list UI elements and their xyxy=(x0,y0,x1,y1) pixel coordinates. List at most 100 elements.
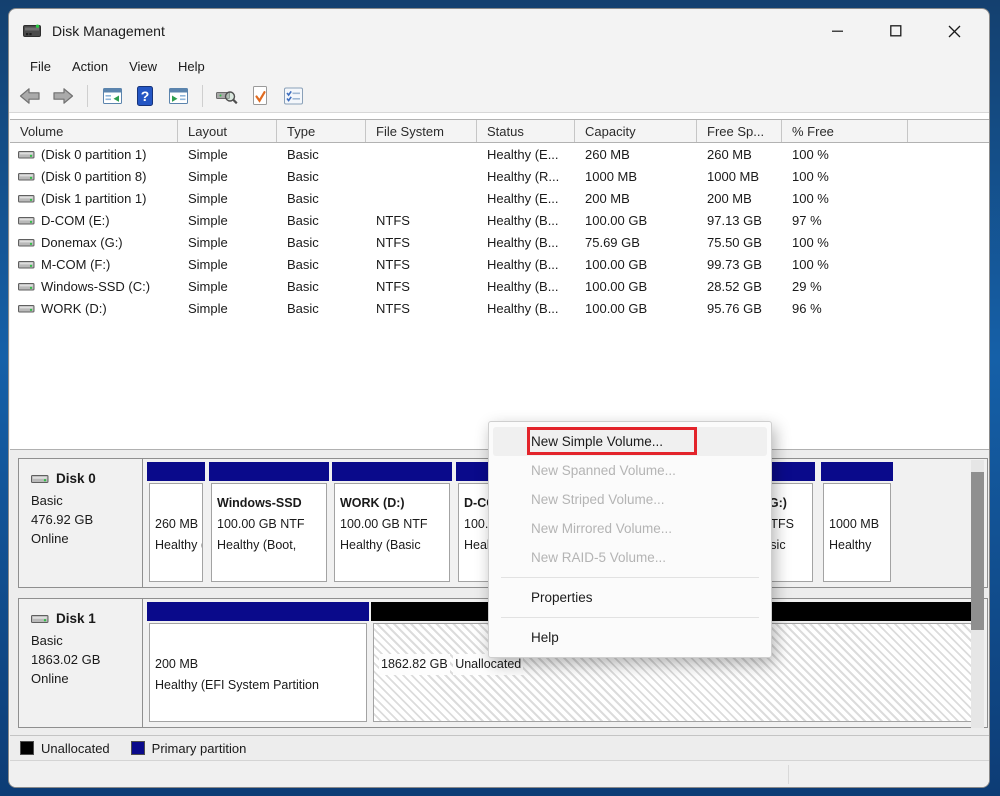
column-header-empty[interactable] xyxy=(908,120,990,142)
maximize-button[interactable] xyxy=(867,9,925,53)
fs-cell: NTFS xyxy=(366,257,477,272)
disk-label: Disk 1 xyxy=(56,609,96,628)
column-header-status[interactable]: Status xyxy=(477,120,575,142)
task-list-button[interactable] xyxy=(280,83,306,109)
forward-button[interactable] xyxy=(50,83,76,109)
disk-icon xyxy=(31,613,49,625)
pct-cell: 100 % xyxy=(782,257,908,272)
partition-name: Windows-SSD xyxy=(217,493,323,514)
primary-partition-header xyxy=(147,462,205,481)
primary-partition-header xyxy=(821,462,893,481)
maximize-icon xyxy=(890,25,902,37)
minimize-icon xyxy=(832,25,844,37)
volume-icon xyxy=(18,281,35,292)
column-header-layout[interactable]: Layout xyxy=(178,120,277,142)
forward-icon xyxy=(51,85,75,107)
scrollbar-thumb[interactable] xyxy=(971,472,984,630)
legend-label: Unallocated xyxy=(41,741,110,756)
type-cell: Basic xyxy=(277,169,366,184)
table-row[interactable]: (Disk 0 partition 1) Simple Basic Health… xyxy=(10,143,990,165)
status-bar-divider xyxy=(788,765,789,784)
fs-cell: NTFS xyxy=(366,213,477,228)
title-bar: Disk Management xyxy=(9,9,989,53)
disk-1-info[interactable]: Disk 1 Basic 1863.02 GB Online xyxy=(19,599,143,727)
partition-box[interactable]: 260 MB Healthy (EFI xyxy=(147,462,205,584)
back-button[interactable] xyxy=(17,83,43,109)
check-document-button[interactable] xyxy=(247,83,273,109)
status-cell: Healthy (B... xyxy=(477,257,575,272)
primary-partition-header xyxy=(147,602,369,621)
table-row[interactable]: D-COM (E:) Simple Basic NTFS Healthy (B.… xyxy=(10,209,990,231)
show-console-tree-button[interactable] xyxy=(99,83,125,109)
toolbar-separator xyxy=(87,85,88,107)
vertical-scrollbar[interactable] xyxy=(971,460,984,728)
menu-item-new-simple-volume[interactable]: New Simple Volume... xyxy=(493,427,767,456)
pct-cell: 100 % xyxy=(782,235,908,250)
table-row[interactable]: Donemax (G:) Simple Basic NTFS Healthy (… xyxy=(10,231,990,253)
fs-cell: NTFS xyxy=(366,301,477,316)
partition-box[interactable]: 1000 MB Healthy xyxy=(821,462,893,584)
column-header-file-system[interactable]: File System xyxy=(366,120,477,142)
menu-file[interactable]: File xyxy=(30,59,51,74)
primary-partition-swatch xyxy=(131,741,145,755)
menu-view[interactable]: View xyxy=(129,59,157,74)
close-icon xyxy=(948,25,961,38)
partition-box[interactable]: 200 MB Healthy (EFI System Partition xyxy=(147,602,369,724)
menu-item-help[interactable]: Help xyxy=(489,623,771,652)
table-row[interactable]: (Disk 1 partition 1) Simple Basic Health… xyxy=(10,187,990,209)
rescan-disks-button[interactable] xyxy=(214,83,240,109)
partition-box[interactable]: WORK (D:) 100.00 GB NTF Healthy (Basic xyxy=(332,462,452,584)
partition-name xyxy=(155,493,199,514)
partition-name xyxy=(155,633,363,654)
table-row[interactable]: M-COM (F:) Simple Basic NTFS Healthy (B.… xyxy=(10,253,990,275)
volume-name: Windows-SSD (C:) xyxy=(41,279,150,294)
free-cell: 260 MB xyxy=(697,147,782,162)
toolbar-separator xyxy=(202,85,203,107)
screenshot-root: { "window": { "title": "Disk Management"… xyxy=(0,0,1000,796)
menu-action[interactable]: Action xyxy=(72,59,108,74)
table-row[interactable]: (Disk 0 partition 8) Simple Basic Health… xyxy=(10,165,990,187)
volume-list-header: Volume Layout Type File System Status Ca… xyxy=(10,119,990,143)
help-icon: ? xyxy=(135,85,155,107)
capacity-cell: 100.00 GB xyxy=(575,257,697,272)
partition-status: Healthy (Boot, xyxy=(217,535,323,556)
free-cell: 1000 MB xyxy=(697,169,782,184)
table-row[interactable]: Windows-SSD (C:) Simple Basic NTFS Healt… xyxy=(10,275,990,297)
status-cell: Healthy (B... xyxy=(477,213,575,228)
type-cell: Basic xyxy=(277,191,366,206)
column-header-capacity[interactable]: Capacity xyxy=(575,120,697,142)
free-cell: 95.76 GB xyxy=(697,301,782,316)
partition-box[interactable]: Windows-SSD 100.00 GB NTF Healthy (Boot, xyxy=(209,462,329,584)
menu-item-properties[interactable]: Properties xyxy=(489,583,771,612)
disk-kind: Basic xyxy=(31,491,142,510)
type-cell: Basic xyxy=(277,235,366,250)
volume-icon xyxy=(18,171,35,182)
menu-item-new-striped-volume: New Striped Volume... xyxy=(489,485,771,514)
partition-status: Healthy (EFI System Partition xyxy=(155,675,363,696)
pct-cell: 97 % xyxy=(782,213,908,228)
minimize-button[interactable] xyxy=(809,9,867,53)
menu-help[interactable]: Help xyxy=(178,59,205,74)
help-button[interactable]: ? xyxy=(132,83,158,109)
disk-kind: Basic xyxy=(31,631,142,650)
free-cell: 200 MB xyxy=(697,191,782,206)
disk-management-app-icon xyxy=(23,23,43,39)
column-header-volume[interactable]: Volume xyxy=(10,120,178,142)
layout-cell: Simple xyxy=(178,257,277,272)
volume-icon xyxy=(18,193,35,204)
show-action-pane-button[interactable] xyxy=(165,83,191,109)
disk-status: Online xyxy=(31,529,142,548)
volume-list: Volume Layout Type File System Status Ca… xyxy=(10,113,990,449)
volume-name: M-COM (F:) xyxy=(41,257,110,272)
partition-size: 260 MB xyxy=(155,514,199,535)
disk-label: Disk 0 xyxy=(56,469,96,488)
disk-0-info[interactable]: Disk 0 Basic 476.92 GB Online xyxy=(19,459,143,587)
column-header-pct-free[interactable]: % Free xyxy=(782,120,908,142)
column-header-free-space[interactable]: Free Sp... xyxy=(697,120,782,142)
disk-size: 476.92 GB xyxy=(31,510,142,529)
free-cell: 75.50 GB xyxy=(697,235,782,250)
table-row[interactable]: WORK (D:) Simple Basic NTFS Healthy (B..… xyxy=(10,297,990,319)
partition-size: 100.00 GB NTF xyxy=(217,514,323,535)
close-button[interactable] xyxy=(925,9,983,53)
column-header-type[interactable]: Type xyxy=(277,120,366,142)
